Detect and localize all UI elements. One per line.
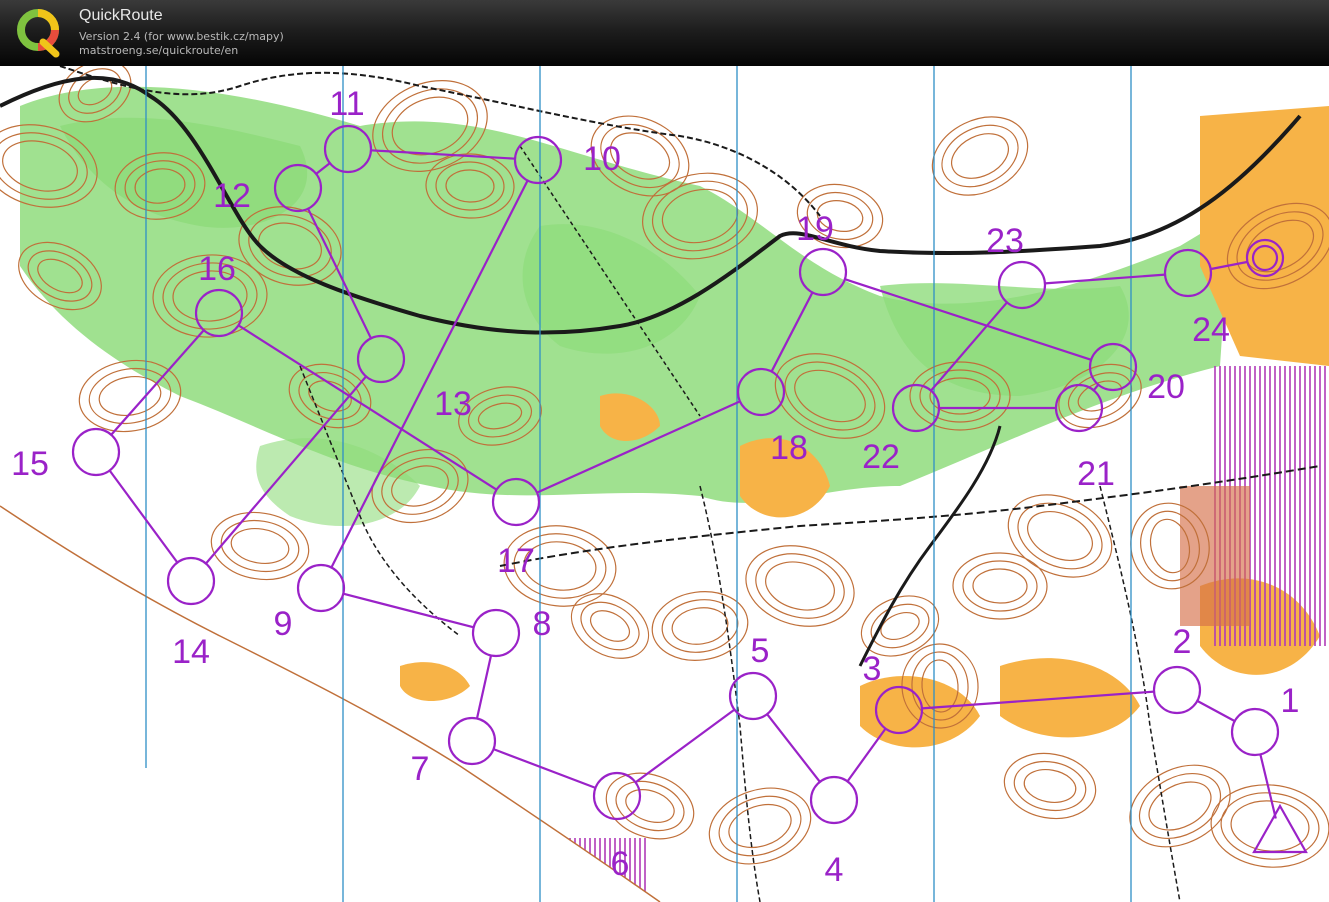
control-number-13: 13 — [434, 385, 472, 423]
control-number-4: 4 — [825, 851, 844, 889]
control-number-10: 10 — [583, 140, 621, 178]
control-number-11: 11 — [329, 85, 364, 123]
control-number-6: 6 — [611, 845, 630, 883]
control-number-9: 9 — [274, 605, 293, 643]
control-number-23: 23 — [986, 222, 1024, 260]
control-number-8: 8 — [533, 605, 552, 643]
version-text: Version 2.4 (for www.bestik.cz/mapy) — [79, 30, 284, 43]
control-number-2: 2 — [1173, 623, 1192, 661]
control-number-7: 7 — [411, 750, 430, 788]
control-number-18: 18 — [770, 429, 808, 467]
website-text: matstroeng.se/quickroute/en — [79, 44, 239, 57]
control-number-14: 14 — [172, 633, 210, 671]
control-number-20: 20 — [1147, 368, 1185, 406]
control-number-3: 3 — [863, 650, 882, 688]
control-number-22: 22 — [862, 438, 900, 476]
orienteering-map[interactable]: 2 3 4 5 6 7 8 9 10 11 12 13 14 15 16 17 18 19 20 21 22 23 24 1 — [0, 66, 1329, 902]
control-number-19: 19 — [796, 210, 834, 248]
control-number-21: 21 — [1077, 455, 1115, 493]
control-number-15: 15 — [11, 445, 49, 483]
control-number-17: 17 — [497, 542, 535, 580]
quickroute-logo-icon — [17, 9, 60, 58]
app-title: QuickRoute — [79, 7, 163, 24]
control-number-12: 12 — [213, 177, 251, 215]
title-bar: QuickRoute Version 2.4 (for www.bestik.c… — [0, 0, 1329, 66]
control-number-24: 24 — [1192, 311, 1230, 349]
control-number-1: 1 — [1281, 682, 1300, 720]
control-number-5: 5 — [751, 632, 770, 670]
control-number-16: 16 — [198, 250, 236, 288]
